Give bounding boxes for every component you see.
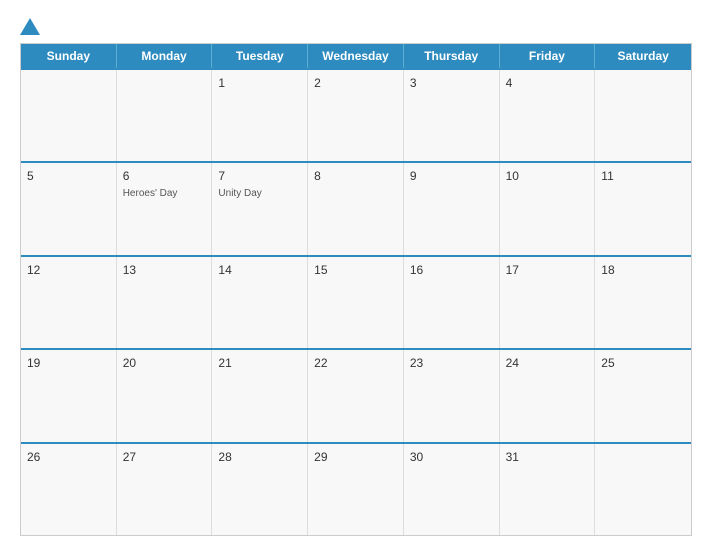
calendar-cell-w5-d6: 31 (500, 444, 596, 535)
day-number: 5 (27, 168, 110, 185)
calendar-cell-w4-d6: 24 (500, 350, 596, 441)
calendar-cell-w5-d3: 28 (212, 444, 308, 535)
calendar-header-saturday: Saturday (595, 44, 691, 68)
calendar-cell-w3-d3: 14 (212, 257, 308, 348)
calendar-cell-w5-d4: 29 (308, 444, 404, 535)
day-number: 23 (410, 355, 493, 372)
calendar-cell-w4-d2: 20 (117, 350, 213, 441)
calendar-cell-w2-d5: 9 (404, 163, 500, 254)
calendar-cell-w1-d4: 2 (308, 70, 404, 161)
day-number: 17 (506, 262, 589, 279)
header (20, 18, 692, 35)
day-number: 4 (506, 75, 589, 92)
day-number: 6 (123, 168, 206, 185)
calendar-cell-w1-d6: 4 (500, 70, 596, 161)
calendar-cell-w2-d6: 10 (500, 163, 596, 254)
holiday-label: Heroes' Day (123, 187, 206, 200)
calendar-header-tuesday: Tuesday (212, 44, 308, 68)
calendar-cell-w2-d2: 6 Heroes' Day (117, 163, 213, 254)
calendar-body: 123456Heroes' Day7Unity Day8910111213141… (21, 68, 691, 535)
calendar-cell-w3-d2: 13 (117, 257, 213, 348)
day-number: 24 (506, 355, 589, 372)
calendar-cell-w3-d4: 15 (308, 257, 404, 348)
calendar-week-3: 12 13 14 15 16 17 18 (21, 255, 691, 348)
calendar-cell-w3-d6: 17 (500, 257, 596, 348)
day-number: 26 (27, 449, 110, 466)
calendar-cell-w5-d7 (595, 444, 691, 535)
day-number: 2 (314, 75, 397, 92)
calendar-cell-w5-d5: 30 (404, 444, 500, 535)
calendar-cell-w4-d1: 19 (21, 350, 117, 441)
day-number: 8 (314, 168, 397, 185)
day-number: 19 (27, 355, 110, 372)
calendar-cell-w5-d1: 26 (21, 444, 117, 535)
calendar-header-wednesday: Wednesday (308, 44, 404, 68)
calendar-week-4: 19 20 21 22 23 24 25 (21, 348, 691, 441)
day-number: 30 (410, 449, 493, 466)
day-number: 11 (601, 168, 685, 185)
logo-triangle-icon (20, 18, 40, 35)
day-number: 27 (123, 449, 206, 466)
calendar-cell-w4-d7: 25 (595, 350, 691, 441)
calendar-cell-w4-d5: 23 (404, 350, 500, 441)
day-number: 28 (218, 449, 301, 466)
calendar-cell-w4-d3: 21 (212, 350, 308, 441)
calendar-week-2: 56 Heroes' Day 7 Unity Day 89 10 11 (21, 161, 691, 254)
calendar-header-friday: Friday (500, 44, 596, 68)
day-number: 18 (601, 262, 685, 279)
calendar-cell-w1-d3: 1 (212, 70, 308, 161)
calendar-cell-w5-d2: 27 (117, 444, 213, 535)
calendar-cell-w1-d2 (117, 70, 213, 161)
calendar-cell-w4-d4: 22 (308, 350, 404, 441)
day-number: 12 (27, 262, 110, 279)
calendar-cell-w2-d1: 5 (21, 163, 117, 254)
day-number: 25 (601, 355, 685, 372)
calendar-header-row: SundayMondayTuesdayWednesdayThursdayFrid… (21, 44, 691, 68)
calendar-header-sunday: Sunday (21, 44, 117, 68)
calendar-cell-w1-d5: 3 (404, 70, 500, 161)
calendar-cell-w3-d5: 16 (404, 257, 500, 348)
day-number: 29 (314, 449, 397, 466)
day-number: 15 (314, 262, 397, 279)
calendar-week-1: 1234 (21, 68, 691, 161)
page: SundayMondayTuesdayWednesdayThursdayFrid… (0, 0, 712, 550)
calendar-cell-w3-d1: 12 (21, 257, 117, 348)
day-number: 13 (123, 262, 206, 279)
day-number: 21 (218, 355, 301, 372)
calendar: SundayMondayTuesdayWednesdayThursdayFrid… (20, 43, 692, 536)
day-number: 16 (410, 262, 493, 279)
calendar-header-monday: Monday (117, 44, 213, 68)
calendar-cell-w3-d7: 18 (595, 257, 691, 348)
calendar-cell-w1-d1 (21, 70, 117, 161)
day-number: 3 (410, 75, 493, 92)
calendar-header-thursday: Thursday (404, 44, 500, 68)
calendar-cell-w2-d4: 8 (308, 163, 404, 254)
day-number: 20 (123, 355, 206, 372)
day-number: 1 (218, 75, 301, 92)
day-number: 7 (218, 168, 301, 185)
calendar-cell-w1-d7 (595, 70, 691, 161)
calendar-week-5: 26 27 28 29 30 31 (21, 442, 691, 535)
day-number: 9 (410, 168, 493, 185)
day-number: 22 (314, 355, 397, 372)
holiday-label: Unity Day (218, 187, 301, 200)
day-number: 10 (506, 168, 589, 185)
calendar-cell-w2-d3: 7 Unity Day (212, 163, 308, 254)
day-number: 14 (218, 262, 301, 279)
logo (20, 18, 44, 35)
day-number: 31 (506, 449, 589, 466)
calendar-cell-w2-d7: 11 (595, 163, 691, 254)
